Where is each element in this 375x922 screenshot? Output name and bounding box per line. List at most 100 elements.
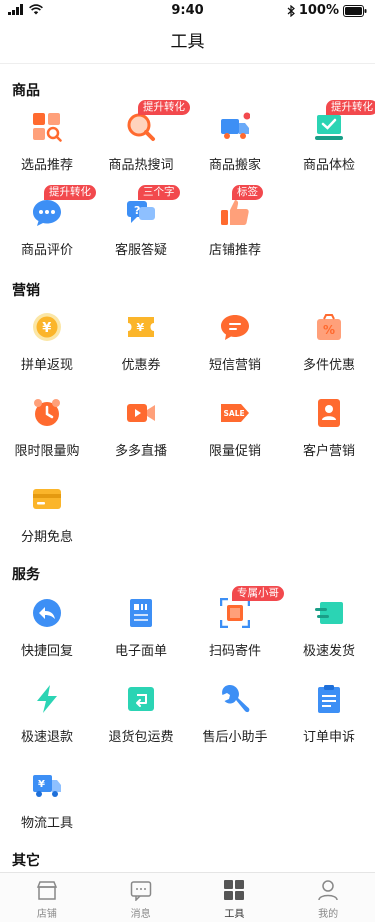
- section-title-service: 服务: [12, 567, 40, 583]
- tool-hot-search[interactable]: 提升转化 商品热搜词: [94, 100, 190, 192]
- battery-icon: [343, 4, 367, 17]
- tool-label: 商品评价: [20, 243, 73, 258]
- svg-text:SALE: SALE: [224, 409, 245, 418]
- checkup-icon: [315, 115, 343, 140]
- svg-text:%: %: [323, 323, 335, 337]
- tool-group-cashback[interactable]: ¥ 拼单返现: [0, 312, 94, 392]
- waybill-icon: [130, 599, 152, 627]
- tools-content[interactable]: 商品 选品推荐 提升转化 商品热搜词 商品搬家 提升转化 商品体检 提升转化 商…: [0, 64, 375, 872]
- review-bubble-icon: [33, 200, 61, 226]
- tool-sms-marketing[interactable]: 短信营销: [188, 312, 282, 392]
- lightning-icon: [37, 685, 57, 713]
- tool-label: 商品搬家: [208, 158, 261, 173]
- tool-label: 售后小助手: [202, 730, 268, 745]
- tool-order-appeal[interactable]: 订单申诉: [282, 684, 375, 764]
- tool-label: 限量促销: [208, 444, 261, 459]
- tool-customer-marketing[interactable]: 客户营销: [282, 398, 375, 478]
- battery-group: 100%: [287, 3, 367, 18]
- tool-label: 短信营销: [208, 358, 261, 373]
- grid-icon: [224, 880, 245, 900]
- message-icon: [130, 881, 151, 901]
- tool-label: 极速发货: [302, 644, 355, 659]
- tool-live-stream[interactable]: 多多直播: [94, 398, 188, 478]
- tool-label: 客户营销: [302, 444, 355, 459]
- badge: 提升转化: [44, 185, 96, 200]
- tool-product-review[interactable]: 提升转化 商品评价: [0, 185, 96, 277]
- badge: 提升转化: [326, 100, 375, 115]
- credit-card-icon: [33, 489, 61, 509]
- tool-product-move[interactable]: 商品搬家: [188, 112, 282, 192]
- tool-label: 极速退款: [20, 730, 73, 745]
- tool-scan-send[interactable]: 专属小哥 扫码寄件: [188, 586, 284, 678]
- tool-label: 优惠券: [121, 358, 161, 373]
- status-bar: 9:40 100%: [0, 0, 375, 22]
- tab-label: 消息: [130, 909, 151, 920]
- tool-installment[interactable]: 分期免息: [0, 484, 94, 564]
- tool-limited-promotion[interactable]: SALE 限量促销: [188, 398, 282, 478]
- tool-shop-recommend[interactable]: 标签 店铺推荐: [188, 185, 282, 277]
- tool-label: 电子面单: [114, 644, 167, 659]
- badge: 标签: [232, 185, 263, 200]
- thumbs-up-icon: [221, 200, 249, 225]
- tool-product-recommend[interactable]: 选品推荐: [0, 112, 94, 192]
- section-title-other: 其它: [12, 853, 40, 869]
- tool-label: 店铺推荐: [208, 243, 261, 258]
- tab-tools[interactable]: 工具: [188, 873, 282, 922]
- tool-label: 多多直播: [114, 444, 167, 459]
- tool-after-sale-assistant[interactable]: 售后小助手: [188, 684, 282, 764]
- sms-icon: [221, 315, 249, 340]
- page-title: 工具: [0, 22, 375, 64]
- svg-text:¥: ¥: [42, 321, 51, 336]
- tool-logistics[interactable]: ¥ 物流工具: [0, 770, 94, 850]
- badge: 三个字: [138, 185, 180, 200]
- tool-customer-service-qa[interactable]: ? 三个字 客服答疑: [94, 185, 188, 277]
- tool-label: 扫码寄件: [208, 644, 261, 659]
- badge: 提升转化: [138, 100, 190, 115]
- qa-bubble-icon: ?: [127, 201, 155, 223]
- tool-fast-refund[interactable]: 极速退款: [0, 684, 94, 764]
- tab-message[interactable]: 消息: [94, 873, 188, 922]
- scan-code-icon: [220, 598, 250, 628]
- sale-tag-icon: SALE: [221, 404, 249, 422]
- tool-multi-discount[interactable]: % 多件优惠: [282, 312, 375, 392]
- tool-label: 分期免息: [20, 530, 73, 545]
- bottom-tab-bar: 店铺 消息 工具 我的: [0, 872, 375, 922]
- logistics-truck-icon: ¥: [33, 775, 61, 797]
- video-camera-icon: [127, 404, 155, 422]
- contact-book-icon: [318, 399, 340, 427]
- section-title-marketing: 营销: [12, 283, 40, 299]
- tool-label: 商品体检: [302, 158, 355, 173]
- tool-label: 客服答疑: [114, 243, 167, 258]
- tab-label: 店铺: [36, 909, 57, 920]
- tab-shop[interactable]: 店铺: [0, 873, 94, 922]
- tool-coupon[interactable]: ¥ 优惠券: [94, 312, 188, 392]
- tool-return-shipping[interactable]: 退货包运费: [94, 684, 188, 764]
- tab-mine[interactable]: 我的: [281, 873, 375, 922]
- coin-cashback-icon: ¥: [33, 313, 61, 341]
- wrench-icon: [222, 685, 250, 713]
- tool-label: 限时限量购: [14, 444, 80, 459]
- shop-icon: [36, 881, 57, 900]
- svg-text:¥: ¥: [38, 779, 45, 790]
- fast-ship-icon: [315, 602, 343, 624]
- tool-label: 物流工具: [20, 816, 73, 831]
- tool-product-check[interactable]: 提升转化 商品体检: [282, 100, 375, 192]
- tool-label: 退货包运费: [108, 730, 174, 745]
- discount-bag-icon: %: [317, 314, 341, 340]
- user-icon: [318, 880, 338, 901]
- truck-icon: [221, 112, 250, 139]
- tool-quick-reply[interactable]: 快捷回复: [0, 598, 94, 678]
- tool-label: 订单申诉: [302, 730, 355, 745]
- bluetooth-icon: [287, 4, 295, 17]
- tool-flash-sale[interactable]: 限时限量购: [0, 398, 94, 478]
- tool-fast-ship[interactable]: 极速发货: [282, 598, 375, 678]
- tool-label: 选品推荐: [20, 158, 73, 173]
- svg-text:?: ?: [134, 204, 140, 217]
- tool-label: 多件优惠: [302, 358, 355, 373]
- tool-label: 商品热搜词: [108, 158, 174, 173]
- tool-e-waybill[interactable]: 电子面单: [94, 598, 188, 678]
- svg-text:¥: ¥: [137, 321, 145, 334]
- section-title-goods: 商品: [12, 83, 40, 99]
- coupon-icon: ¥: [128, 317, 154, 337]
- tab-label: 我的: [318, 909, 339, 920]
